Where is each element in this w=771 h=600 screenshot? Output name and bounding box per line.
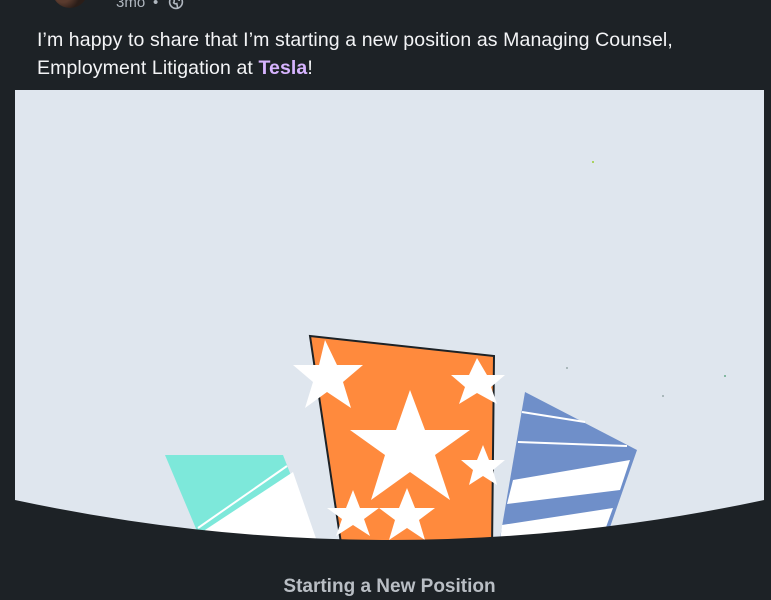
orange-star-cup [293,334,505,551]
author-avatar[interactable] [52,0,88,8]
post-meta: 3mo • [0,0,771,16]
post-body: I’m happy to share that I’m starting a n… [37,26,747,82]
post-text-after: ! [307,57,313,79]
company-link[interactable]: Tesla [258,57,307,79]
new-position-card[interactable]: Starting a New Position [15,90,764,600]
party-cups-illustration [15,161,764,600]
meta-separator: • [153,0,159,11]
confetti-dot [566,367,568,369]
post-timestamp: 3mo [116,0,146,11]
confetti-dot [662,395,664,397]
card-caption: Starting a New Position [283,576,496,597]
globe-icon [166,0,186,10]
confetti-dot [724,375,726,377]
confetti-dot [592,161,594,163]
post-text-before: I’m happy to share that I’m starting a n… [37,29,673,79]
